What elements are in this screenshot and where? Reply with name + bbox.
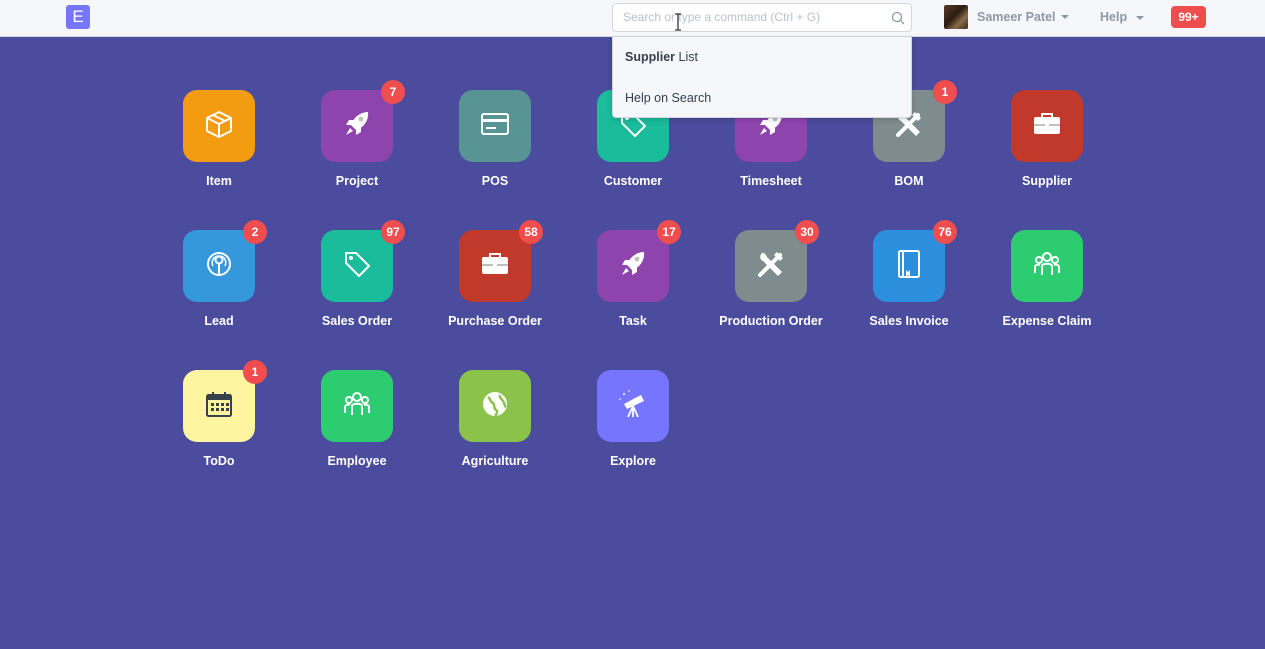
telescope-icon — [616, 387, 650, 426]
module-agriculture[interactable]: Agriculture — [426, 370, 564, 468]
search-box[interactable] — [612, 3, 912, 32]
module-label: Lead — [204, 314, 234, 328]
count-badge: 30 — [795, 220, 819, 244]
module-lead[interactable]: 2 Lead — [150, 220, 288, 328]
count-badge: 7 — [381, 80, 405, 104]
rocket-icon — [616, 247, 650, 286]
tag-icon — [340, 247, 374, 286]
module-tile[interactable] — [459, 90, 531, 162]
module-label: Sales Invoice — [869, 314, 949, 328]
count-badge: 1 — [243, 360, 267, 384]
module-purchase-order[interactable]: 58 Purchase Order — [426, 220, 564, 328]
module-label: POS — [481, 174, 509, 188]
module-label: Sales Order — [321, 314, 393, 328]
box-icon — [202, 107, 236, 146]
module-label: Agriculture — [461, 454, 529, 468]
globe-icon — [478, 387, 512, 426]
user-name: Sameer Patel — [977, 10, 1056, 24]
module-label: Supplier — [1021, 174, 1072, 188]
module-pos[interactable]: POS — [426, 90, 564, 188]
help-menu[interactable]: Help — [1100, 10, 1144, 24]
module-label: Task — [619, 314, 647, 328]
module-tile[interactable]: 2 — [183, 220, 267, 302]
briefcase-icon — [1030, 107, 1064, 146]
dropdown-item-supplier-list[interactable]: Supplier List — [625, 50, 698, 64]
count-badge: 97 — [381, 220, 405, 244]
help-label: Help — [1100, 10, 1128, 24]
count-badge: 1 — [933, 80, 957, 104]
module-tile[interactable] — [183, 90, 255, 162]
module-label: Project — [335, 174, 379, 188]
module-label: Item — [206, 174, 232, 188]
module-tile[interactable]: 97 — [321, 220, 405, 302]
people-icon — [340, 387, 374, 426]
module-tile[interactable] — [1011, 230, 1083, 302]
module-tile[interactable]: 17 — [597, 220, 681, 302]
module-expense-claim[interactable]: Expense Claim — [978, 230, 1116, 328]
module-task[interactable]: 17 Task — [564, 220, 702, 328]
text-cursor-icon — [675, 13, 681, 31]
module-todo[interactable]: 1 ToDo — [150, 360, 288, 468]
module-tile[interactable] — [597, 370, 669, 442]
module-label: Purchase Order — [448, 314, 542, 328]
module-tile[interactable]: 58 — [459, 220, 543, 302]
avatar[interactable] — [944, 5, 968, 29]
module-tile[interactable] — [321, 370, 393, 442]
rocket-icon — [340, 107, 374, 146]
module-label: Customer — [603, 174, 663, 188]
module-tile[interactable] — [459, 370, 531, 442]
module-tile[interactable] — [1011, 90, 1083, 162]
count-badge: 76 — [933, 220, 957, 244]
dropdown-item-help-on-search[interactable]: Help on Search — [625, 91, 711, 105]
search-dropdown: Supplier List Help on Search — [612, 37, 912, 118]
module-supplier[interactable]: Supplier — [978, 90, 1116, 188]
module-label: BOM — [894, 174, 924, 188]
tools-icon — [754, 247, 788, 286]
briefcase-icon — [478, 247, 512, 286]
count-badge: 58 — [519, 220, 543, 244]
module-tile[interactable]: 1 — [183, 360, 267, 442]
module-explore[interactable]: Explore — [564, 370, 702, 468]
search-icon[interactable] — [891, 11, 905, 25]
module-sales-order[interactable]: 97 Sales Order — [288, 220, 426, 328]
module-tile[interactable]: 30 — [735, 220, 819, 302]
dropdown-item-bold: Supplier — [625, 50, 676, 64]
count-badge: 17 — [657, 220, 681, 244]
lead-icon — [202, 247, 236, 286]
chevron-down-icon — [1060, 15, 1069, 19]
module-production-order[interactable]: 30 Production Order — [702, 220, 840, 328]
calendar-icon — [202, 387, 236, 426]
people-icon — [1030, 247, 1064, 286]
navbar: E Sameer Patel Help 99+ — [0, 0, 1265, 37]
dropdown-item-rest: List — [675, 50, 698, 64]
module-label: Explore — [610, 454, 656, 468]
count-badge: 2 — [243, 220, 267, 244]
module-tile[interactable]: 7 — [321, 80, 405, 162]
book-icon — [892, 247, 926, 286]
module-sales-invoice[interactable]: 76 Sales Invoice — [840, 220, 978, 328]
chevron-down-icon — [1135, 15, 1144, 20]
module-label: ToDo — [203, 454, 235, 468]
user-menu[interactable]: Sameer Patel — [944, 5, 1069, 29]
module-item[interactable]: Item — [150, 90, 288, 188]
module-label: Expense Claim — [1002, 314, 1092, 328]
search-input[interactable] — [623, 10, 883, 24]
module-label: Production Order — [719, 314, 823, 328]
module-employee[interactable]: Employee — [288, 370, 426, 468]
module-tile[interactable]: 76 — [873, 220, 957, 302]
notifications-badge[interactable]: 99+ — [1171, 6, 1206, 28]
credit-card-icon — [478, 107, 512, 146]
module-project[interactable]: 7 Project — [288, 80, 426, 188]
module-label: Timesheet — [740, 174, 802, 188]
module-label: Employee — [327, 454, 387, 468]
app-logo[interactable]: E — [66, 5, 90, 29]
